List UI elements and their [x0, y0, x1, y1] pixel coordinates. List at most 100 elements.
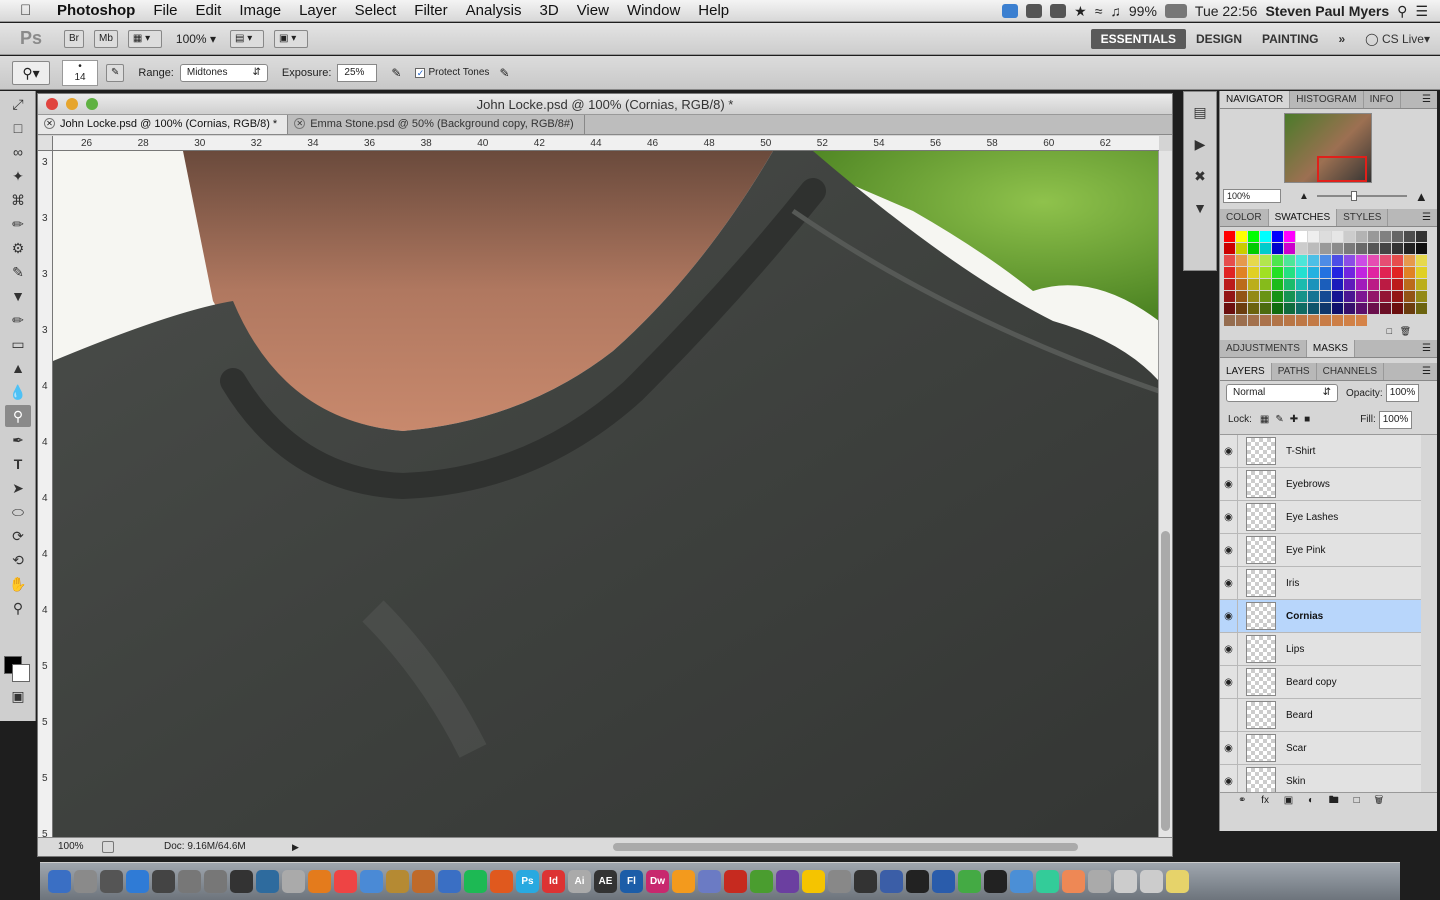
- dock-app-icon[interactable]: Dw: [646, 870, 669, 893]
- zoom-window-button[interactable]: [86, 98, 98, 110]
- color-swatch[interactable]: [1380, 255, 1391, 266]
- color-swatch[interactable]: [1284, 231, 1295, 242]
- wifi-icon[interactable]: ≈: [1095, 3, 1103, 19]
- color-swatch[interactable]: [1224, 291, 1235, 302]
- actions-panel-icon[interactable]: ▶: [1188, 132, 1212, 156]
- horizontal-scroll-thumb[interactable]: [613, 843, 1078, 851]
- color-swatch[interactable]: [1344, 255, 1355, 266]
- color-swatch[interactable]: [1236, 303, 1247, 314]
- menu-analysis[interactable]: Analysis: [457, 0, 531, 22]
- color-swatch[interactable]: [1284, 255, 1295, 266]
- dock-app-icon[interactable]: [802, 870, 825, 893]
- minimize-window-button[interactable]: [66, 98, 78, 110]
- menu-window[interactable]: Window: [618, 0, 689, 22]
- layer-visibility-icon[interactable]: ◉: [1220, 566, 1238, 600]
- lasso-tool-icon[interactable]: ∞: [5, 141, 31, 163]
- status-icon[interactable]: [102, 841, 114, 853]
- workspace-design[interactable]: DESIGN: [1186, 29, 1252, 49]
- dock-app-icon[interactable]: [360, 870, 383, 893]
- dock-app-icon[interactable]: [854, 870, 877, 893]
- view-extras-button[interactable]: ▦ ▾: [127, 29, 162, 48]
- color-swatch[interactable]: [1308, 231, 1319, 242]
- dock-app-icon[interactable]: [984, 870, 1007, 893]
- color-swatch[interactable]: [1320, 279, 1331, 290]
- layer-name[interactable]: Eye Lashes: [1286, 512, 1338, 523]
- color-swatch[interactable]: [1344, 315, 1355, 326]
- color-swatch[interactable]: [1332, 291, 1343, 302]
- color-swatch[interactable]: [1368, 315, 1379, 326]
- zoom-out-icon[interactable]: ▲: [1299, 191, 1309, 202]
- layer-name[interactable]: Beard copy: [1286, 677, 1337, 688]
- move-tool-icon[interactable]: ⤢: [5, 93, 31, 115]
- zoom-level-select[interactable]: 100% ▾: [172, 30, 220, 48]
- layer-style-icon[interactable]: fx: [1261, 795, 1269, 806]
- layer-name[interactable]: Iris: [1286, 578, 1299, 589]
- color-swatch[interactable]: [1344, 267, 1355, 278]
- layer-visibility-icon[interactable]: ◉: [1220, 665, 1238, 699]
- dock-app-icon[interactable]: [48, 870, 71, 893]
- layer-name[interactable]: Skin: [1286, 776, 1305, 787]
- color-swatch[interactable]: [1392, 267, 1403, 278]
- color-swatch[interactable]: [1356, 231, 1367, 242]
- layer-visibility-icon[interactable]: ◉: [1220, 599, 1238, 633]
- lock-position-icon[interactable]: ✚: [1290, 414, 1298, 425]
- paint-bucket-tool-icon[interactable]: ▲: [5, 357, 31, 379]
- clone-source-icon[interactable]: ▼: [1188, 196, 1212, 220]
- color-swatch[interactable]: [1260, 303, 1271, 314]
- dock-app-icon[interactable]: Id: [542, 870, 565, 893]
- dock-app-icon[interactable]: Ai: [568, 870, 591, 893]
- panel-menu-icon[interactable]: ☰: [1422, 340, 1431, 358]
- color-swatch[interactable]: [1284, 291, 1295, 302]
- color-swatch[interactable]: [1236, 267, 1247, 278]
- layer-visibility-icon[interactable]: ◉: [1220, 764, 1238, 792]
- close-tab-icon[interactable]: ✕: [294, 118, 306, 129]
- history-panel-icon[interactable]: ▤: [1188, 100, 1212, 124]
- mini-bridge-button[interactable]: Mb: [94, 29, 118, 48]
- color-swatch[interactable]: [1380, 303, 1391, 314]
- eyedropper-tool-icon[interactable]: ✏: [5, 213, 31, 235]
- tab-adjustments[interactable]: ADJUSTMENTS: [1220, 340, 1307, 357]
- tab-navigator[interactable]: NAVIGATOR: [1220, 91, 1291, 108]
- arrange-documents-button[interactable]: ▤ ▾: [229, 29, 264, 48]
- zoom-slider[interactable]: [1316, 191, 1407, 201]
- dock-app-icon[interactable]: Fl: [620, 870, 643, 893]
- color-swatch[interactable]: [1272, 255, 1283, 266]
- brush-preset-picker[interactable]: • 14: [62, 59, 98, 86]
- color-swatch[interactable]: [1284, 315, 1295, 326]
- color-swatch[interactable]: [1248, 303, 1259, 314]
- color-swatch[interactable]: [1296, 291, 1307, 302]
- zoom-in-icon[interactable]: ▲: [1415, 189, 1428, 204]
- color-swatch[interactable]: [1308, 267, 1319, 278]
- color-swatch[interactable]: [1248, 231, 1259, 242]
- dock-app-icon[interactable]: [464, 870, 487, 893]
- layer-name[interactable]: Scar: [1286, 743, 1307, 754]
- color-swatch[interactable]: [1380, 291, 1391, 302]
- color-swatch[interactable]: [1368, 255, 1379, 266]
- color-swatch[interactable]: [1308, 315, 1319, 326]
- color-swatch[interactable]: [1392, 291, 1403, 302]
- navigator-preview[interactable]: [1284, 113, 1372, 183]
- color-swatch[interactable]: [1368, 243, 1379, 254]
- bluetooth-icon[interactable]: ★: [1074, 3, 1087, 20]
- lock-transparent-icon[interactable]: ▦: [1260, 414, 1269, 425]
- workspace-painting[interactable]: PAINTING: [1252, 29, 1328, 49]
- 3d-orbit-tool-icon[interactable]: ⟲: [5, 549, 31, 571]
- layer-row[interactable]: ◉ Eye Pink: [1220, 533, 1421, 567]
- color-swatch[interactable]: [1308, 303, 1319, 314]
- horizontal-ruler[interactable]: 26 28 30 32 34 36 38 40 42 44 46 48 50 52 54 56 58 60 62: [53, 136, 1159, 151]
- color-swatch[interactable]: [1380, 315, 1391, 326]
- navigator-view-box[interactable]: [1317, 156, 1367, 182]
- dock-app-icon[interactable]: [1140, 870, 1163, 893]
- dock-app-icon[interactable]: [1166, 870, 1189, 893]
- dock-app-icon[interactable]: [438, 870, 461, 893]
- color-swatch[interactable]: [1308, 291, 1319, 302]
- fill-input[interactable]: 100%: [1378, 410, 1413, 429]
- dock-app-icon[interactable]: [1062, 870, 1085, 893]
- color-swatch[interactable]: [1260, 231, 1271, 242]
- color-swatch[interactable]: [1416, 279, 1427, 290]
- tab-channels[interactable]: CHANNELS: [1317, 363, 1385, 380]
- color-swatch[interactable]: [1380, 279, 1391, 290]
- clock[interactable]: Tue 22:56: [1195, 3, 1258, 19]
- color-swatch[interactable]: [1356, 303, 1367, 314]
- color-swatch[interactable]: [1380, 243, 1391, 254]
